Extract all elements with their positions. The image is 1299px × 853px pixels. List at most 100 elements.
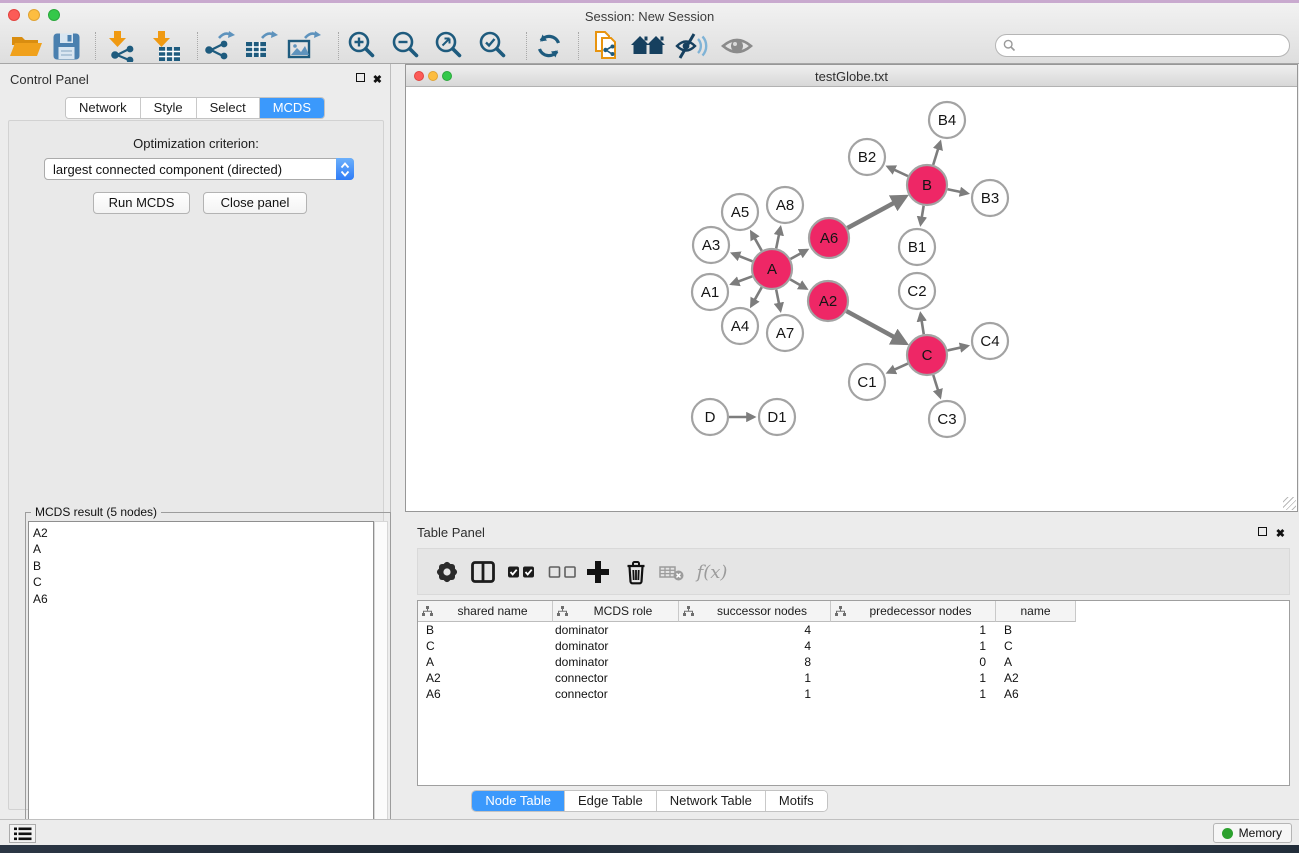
mcds-panel: Optimization criterion: largest connecte… [8,120,384,810]
cell-successor: 8 [679,654,831,670]
column-header-shared-name[interactable]: shared name [418,601,553,622]
column-manager-button[interactable] [466,557,500,587]
edge-A-A4[interactable] [751,287,761,306]
edge-B-B2[interactable] [888,167,908,176]
tab-motifs[interactable]: Motifs [765,791,827,811]
cell-name: C [996,638,1076,654]
table-row[interactable]: A2connector11A2 [418,670,1289,686]
task-history-button[interactable] [9,824,36,843]
import-network-button[interactable] [103,29,139,63]
tab-mcds[interactable]: MCDS [259,98,324,118]
search-input[interactable] [1020,39,1289,53]
node-label-A2: A2 [819,293,837,310]
tab-node-table[interactable]: Node Table [472,791,564,811]
node-label-A1: A1 [701,284,719,301]
tab-network[interactable]: Network [66,98,140,118]
table-options-button[interactable] [430,557,464,587]
add-column-button[interactable] [581,557,615,587]
node-label-C1: C1 [857,374,876,391]
search-field[interactable] [995,34,1290,57]
result-item[interactable]: A [33,541,373,557]
table-float-button[interactable] [1258,527,1267,539]
refresh-icon [533,30,565,62]
network-canvas[interactable]: B4B2BB3A8A5A6A3B1AC2A1A2A4A7C4CC1DD1C3 [406,87,1297,511]
table-row[interactable]: Bdominator41B [418,622,1289,638]
clone-network-button[interactable] [588,29,624,63]
delete-table-button[interactable] [655,557,689,587]
hide-graphics-details-button[interactable] [674,29,710,63]
zoom-in-button[interactable] [344,29,380,63]
edge-A-A8[interactable] [776,228,780,249]
import-table-button[interactable] [147,29,183,63]
edge-A2-C[interactable] [846,311,905,343]
result-item[interactable]: B [33,558,373,574]
zoom-out-icon [389,29,423,63]
zoom-selected-button[interactable] [475,29,511,63]
select-all-button[interactable] [505,557,539,587]
open-session-button[interactable] [8,29,44,63]
edge-A-A5[interactable] [751,232,761,251]
column-header-mcds-role[interactable]: MCDS role [553,601,679,622]
optimization-criterion-select[interactable]: largest connected component (directed) [44,158,354,180]
double-home-icon [630,31,666,61]
table-row[interactable]: Adominator80A [418,654,1289,670]
tab-select[interactable]: Select [196,98,259,118]
function-builder-button[interactable]: f(x) [690,557,734,587]
export-network-button[interactable] [201,29,237,63]
edge-A6-B[interactable] [847,197,905,228]
home-button[interactable] [630,29,666,63]
table-row[interactable]: Cdominator41C [418,638,1289,654]
cell-shared_name: A [418,654,553,670]
edge-A-A7[interactable] [776,290,780,311]
edge-C-C2[interactable] [921,314,924,335]
cell-predecessor: 1 [831,686,996,702]
zoom-fit-button[interactable] [431,29,467,63]
tab-network-table[interactable]: Network Table [656,791,765,811]
result-item[interactable]: A6 [33,591,373,607]
table-row[interactable]: A6connector11A6 [418,686,1289,702]
table-close-button[interactable]: ✖ [1276,527,1285,540]
zoom-out-button[interactable] [388,29,424,63]
edge-C-C1[interactable] [888,364,908,373]
clone-network-icon [589,29,623,63]
run-mcds-button[interactable]: Run MCDS [93,192,190,214]
gear-icon [433,558,461,586]
edge-C-C4[interactable] [947,346,967,350]
edge-A-A6[interactable] [790,250,807,259]
memory-button[interactable]: Memory [1213,823,1292,843]
save-session-button[interactable] [48,29,84,63]
tab-style[interactable]: Style [140,98,196,118]
edge-B-B3[interactable] [948,189,968,193]
application-window: Session: New Session [0,0,1299,853]
refresh-network-button[interactable] [531,29,567,63]
edge-A-A1[interactable] [732,276,753,284]
import-network-icon [104,30,138,62]
tab-edge-table[interactable]: Edge Table [564,791,656,811]
window-resize-grip[interactable] [1283,497,1296,510]
edge-B-B1[interactable] [921,206,924,225]
close-panel-button-mcds[interactable]: Close panel [203,192,307,214]
network-window-titlebar[interactable]: testGlobe.txt [406,65,1297,87]
show-graphics-details-button[interactable] [719,29,755,63]
export-table-button[interactable] [243,29,279,63]
close-panel-button[interactable]: ✖ [373,73,382,86]
node-label-A7: A7 [776,325,794,342]
unchecked-boxes-icon [548,564,578,580]
column-header-successor-nodes[interactable]: successor nodes [679,601,831,622]
cell-mcds_role: connector [553,686,679,702]
delete-column-button[interactable] [619,557,653,587]
node-label-D: D [705,409,716,426]
edge-A-A2[interactable] [790,279,806,288]
float-panel-button[interactable] [356,73,365,85]
deselect-all-button[interactable] [546,557,580,587]
close-icon: ✖ [373,74,382,86]
column-label: shared name [433,604,552,618]
column-header-predecessor-nodes[interactable]: predecessor nodes [831,601,996,622]
column-header-name[interactable]: name [996,601,1076,622]
edge-C-C3[interactable] [933,375,940,397]
result-item[interactable]: C [33,574,373,590]
edge-B-B4[interactable] [933,142,940,165]
export-image-button[interactable] [286,29,322,63]
result-item[interactable]: A2 [33,525,373,541]
edge-A-A3[interactable] [732,253,752,261]
